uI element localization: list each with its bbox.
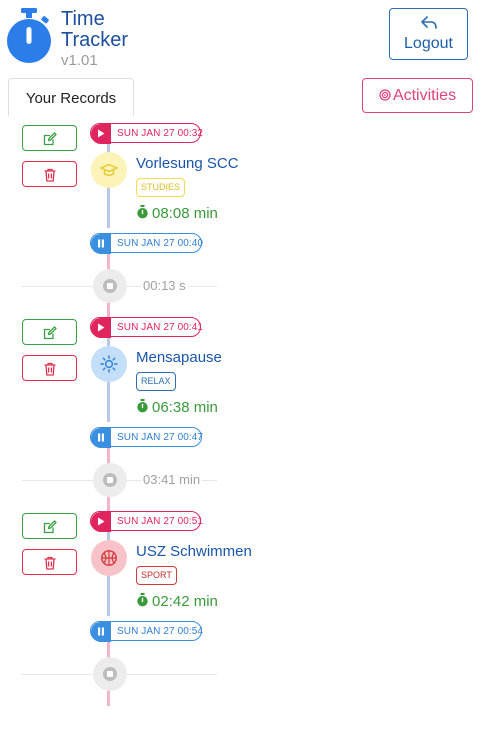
gap-duration: 03:41 min <box>141 472 203 487</box>
category-icon-relax <box>91 346 127 382</box>
logout-button[interactable]: Logout <box>389 8 468 60</box>
category-badge: RELAX <box>136 372 176 391</box>
record-start-time: SUN JAN 27 00:51 <box>117 516 204 527</box>
play-icon <box>91 318 111 338</box>
record-stop-time: SUN JAN 27 00:40 <box>117 238 204 249</box>
trash-icon <box>44 556 56 570</box>
edit-icon <box>43 326 57 340</box>
stop-icon <box>103 667 117 681</box>
record-stop-time: SUN JAN 27 00:54 <box>117 626 204 637</box>
app-version: v1.01 <box>61 52 98 69</box>
record-start-pill: SUN JAN 27 00:32 <box>90 123 204 144</box>
edit-record-button[interactable] <box>22 125 77 151</box>
record-duration: 08:08 min <box>136 205 218 222</box>
activity-name[interactable]: Mensapause <box>136 349 222 366</box>
record-duration: 02:42 min <box>136 593 218 610</box>
category-icon-sport <box>91 540 127 576</box>
stop-icon <box>103 279 117 293</box>
record-start-time: SUN JAN 27 00:41 <box>117 322 204 333</box>
edit-icon <box>43 520 57 534</box>
target-icon <box>379 89 391 101</box>
stopwatch-icon <box>137 205 148 219</box>
category-icon-studies <box>91 152 127 188</box>
delete-record-button[interactable] <box>22 355 77 381</box>
logout-label: Logout <box>404 35 453 52</box>
sun-icon <box>100 355 118 373</box>
pause-icon <box>91 428 111 448</box>
gap-stop-node <box>93 657 127 691</box>
stopwatch-icon <box>137 399 148 413</box>
trash-icon <box>44 362 56 376</box>
stopwatch-logo-icon <box>7 8 51 63</box>
edit-record-button[interactable] <box>22 513 77 539</box>
activity-name[interactable]: USZ Schwimmen <box>136 543 252 560</box>
edit-icon <box>43 132 57 146</box>
record-duration: 06:38 min <box>136 399 218 416</box>
pause-icon <box>91 622 111 642</box>
play-icon <box>91 124 111 144</box>
basketball-icon <box>101 550 117 566</box>
record-stop-pill: SUN JAN 27 00:47 <box>90 427 204 448</box>
play-icon <box>91 512 111 532</box>
tab-your-records[interactable]: Your Records <box>8 78 134 116</box>
record-start-pill: SUN JAN 27 00:41 <box>90 317 204 338</box>
graduation-cap-icon <box>100 163 118 176</box>
gap-duration: 00:13 s <box>141 278 188 293</box>
record-start-time: SUN JAN 27 00:32 <box>117 128 204 139</box>
pause-icon <box>91 234 111 254</box>
record-stop-time: SUN JAN 27 00:47 <box>117 432 204 443</box>
gap-stop-node <box>93 269 127 303</box>
reply-arrow-icon <box>420 16 437 29</box>
edit-record-button[interactable] <box>22 319 77 345</box>
stopwatch-icon <box>137 593 148 607</box>
record-stop-pill: SUN JAN 27 00:54 <box>90 621 204 642</box>
record-start-pill: SUN JAN 27 00:51 <box>90 511 204 532</box>
app-title: Time Tracker <box>61 8 129 51</box>
stop-icon <box>103 473 117 487</box>
gap-stop-node <box>93 463 127 497</box>
trash-icon <box>44 168 56 182</box>
record-stop-pill: SUN JAN 27 00:40 <box>90 233 204 254</box>
delete-record-button[interactable] <box>22 161 77 187</box>
category-badge: STUDIES <box>136 178 186 197</box>
delete-record-button[interactable] <box>22 549 77 575</box>
category-badge: SPORT <box>136 566 177 585</box>
activity-name[interactable]: Vorlesung SCC <box>136 155 239 172</box>
activities-label: Activities <box>392 87 457 104</box>
activities-button[interactable]: Activities <box>362 78 473 113</box>
